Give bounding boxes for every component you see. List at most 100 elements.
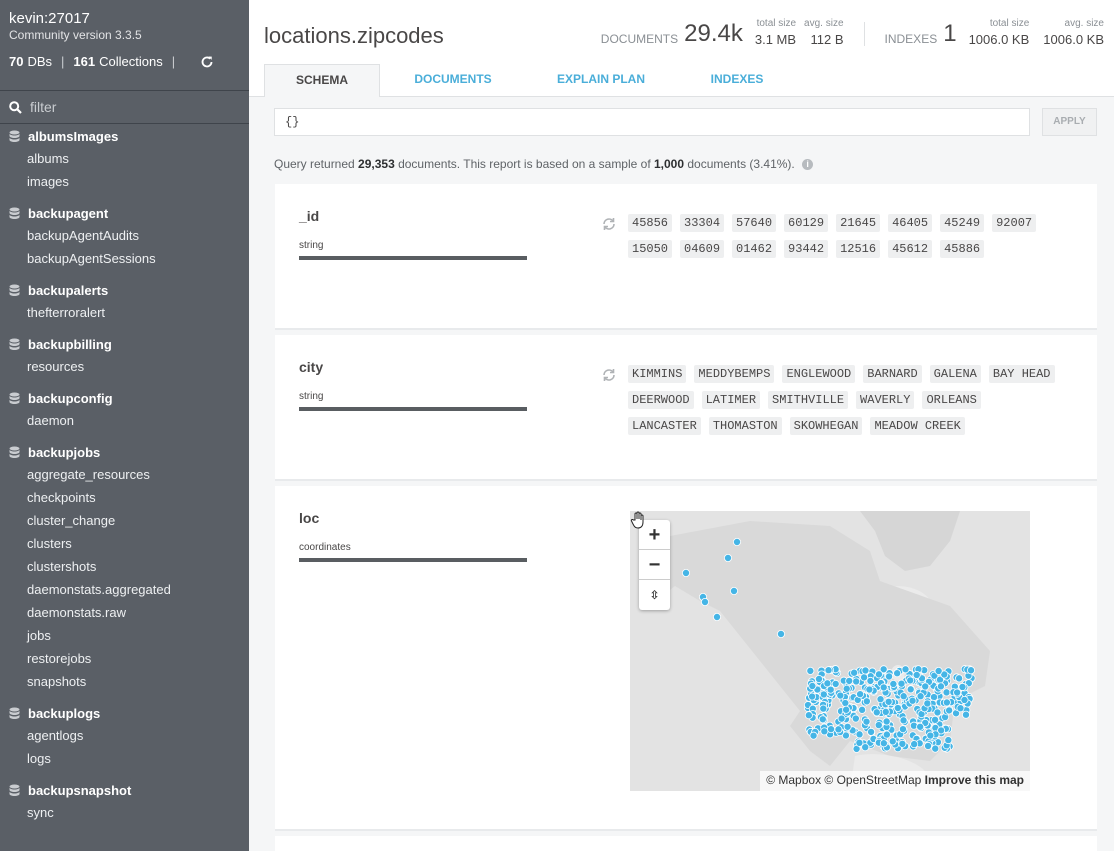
sidebar-collection-item[interactable]: logs bbox=[0, 747, 249, 770]
sidebar-db-backupalerts[interactable]: backupalerts bbox=[0, 280, 249, 301]
tab-schema[interactable]: SCHEMA bbox=[264, 64, 380, 98]
type-bar[interactable] bbox=[299, 407, 527, 411]
map-point[interactable] bbox=[824, 666, 833, 675]
tab-documents[interactable]: DOCUMENTS bbox=[394, 64, 512, 97]
map-point[interactable] bbox=[862, 717, 871, 726]
filter-input[interactable] bbox=[30, 99, 230, 115]
map-point[interactable] bbox=[908, 696, 917, 705]
tab-explain-plan[interactable]: EXPLAIN PLAN bbox=[539, 64, 663, 97]
map-point[interactable] bbox=[682, 569, 691, 578]
sample-value-tag[interactable]: 15050 bbox=[628, 240, 673, 258]
map-point[interactable] bbox=[730, 587, 739, 596]
sample-value-tag[interactable]: LATIMER bbox=[701, 391, 761, 409]
sidebar-collection-item[interactable]: clustershots bbox=[0, 555, 249, 578]
reset-bearing-button[interactable]: ⇳ bbox=[639, 580, 670, 610]
sidebar-collection-item[interactable]: clusters bbox=[0, 532, 249, 555]
sample-value-tag[interactable]: 60129 bbox=[784, 214, 829, 232]
sidebar-collection-item[interactable]: daemon bbox=[0, 409, 249, 432]
map-point[interactable] bbox=[916, 692, 925, 701]
sample-value-tag[interactable]: ENGLEWOOD bbox=[782, 365, 856, 383]
sample-value-tag[interactable]: 12516 bbox=[836, 240, 881, 258]
map-point[interactable] bbox=[926, 731, 935, 740]
map-point[interactable] bbox=[893, 704, 902, 713]
map-point[interactable] bbox=[861, 666, 870, 675]
map-point[interactable] bbox=[855, 730, 864, 739]
sidebar-collection-item[interactable]: resources bbox=[0, 355, 249, 378]
map-point[interactable] bbox=[858, 705, 867, 714]
map-point[interactable] bbox=[967, 666, 976, 675]
map-point[interactable] bbox=[888, 737, 897, 746]
map-point[interactable] bbox=[899, 692, 908, 701]
sidebar-db-backupsnapshot[interactable]: backupsnapshot bbox=[0, 780, 249, 801]
sample-value-tag[interactable]: 21645 bbox=[836, 214, 881, 232]
sample-value-tag[interactable]: 33304 bbox=[680, 214, 725, 232]
map-point[interactable] bbox=[713, 613, 722, 622]
sidebar-collection-item[interactable]: daemonstats.raw bbox=[0, 601, 249, 624]
map-point[interactable] bbox=[923, 699, 932, 708]
map-point[interactable] bbox=[843, 722, 852, 731]
map-point[interactable] bbox=[841, 699, 850, 708]
sidebar-db-backupconfig[interactable]: backupconfig bbox=[0, 388, 249, 409]
map-point[interactable] bbox=[916, 722, 925, 731]
map-point[interactable] bbox=[818, 715, 827, 724]
map-point[interactable] bbox=[906, 685, 915, 694]
sample-value-tag[interactable]: ORLEANS bbox=[922, 391, 981, 409]
sidebar-collection-item[interactable]: backupAgentSessions bbox=[0, 247, 249, 270]
sample-value-tag[interactable]: 46405 bbox=[888, 214, 933, 232]
map-point[interactable] bbox=[944, 736, 953, 745]
map-point[interactable] bbox=[942, 688, 951, 697]
sidebar-db-albumsImages[interactable]: albumsImages bbox=[0, 126, 249, 147]
sample-value-tag[interactable]: 57640 bbox=[732, 214, 777, 232]
map-point[interactable] bbox=[929, 693, 938, 702]
map-point[interactable] bbox=[898, 725, 907, 734]
map-point[interactable] bbox=[936, 682, 945, 691]
map-point[interactable] bbox=[897, 679, 906, 688]
sample-value-tag[interactable]: MEADOW CREEK bbox=[870, 417, 965, 435]
map-point[interactable] bbox=[804, 711, 813, 720]
refresh-icon[interactable] bbox=[200, 55, 214, 69]
map-point[interactable] bbox=[882, 730, 891, 739]
map-point[interactable] bbox=[701, 598, 710, 607]
map-point[interactable] bbox=[834, 725, 843, 734]
map-point[interactable] bbox=[776, 630, 785, 639]
map-point[interactable] bbox=[867, 727, 876, 736]
map-point[interactable] bbox=[906, 676, 915, 685]
map-point[interactable] bbox=[872, 708, 881, 717]
sample-value-tag[interactable]: 45856 bbox=[628, 214, 673, 232]
sidebar-db-backuplogs[interactable]: backuplogs bbox=[0, 703, 249, 724]
sidebar-db-backupagent[interactable]: backupagent bbox=[0, 203, 249, 224]
sidebar-collection-item[interactable]: agentlogs bbox=[0, 724, 249, 747]
map-point[interactable] bbox=[960, 695, 969, 704]
map-point[interactable] bbox=[931, 715, 940, 724]
sample-value-tag[interactable]: 93442 bbox=[784, 240, 829, 258]
map-point[interactable] bbox=[855, 738, 864, 747]
sample-value-tag[interactable]: 04609 bbox=[680, 240, 725, 258]
sidebar-collection-item[interactable]: images bbox=[0, 170, 249, 193]
map-point[interactable] bbox=[874, 721, 883, 730]
map-point[interactable] bbox=[910, 740, 919, 749]
map-point[interactable] bbox=[860, 673, 869, 682]
map-point[interactable] bbox=[724, 554, 733, 563]
map-point[interactable] bbox=[827, 725, 836, 734]
map-point[interactable] bbox=[884, 697, 893, 706]
sidebar-db-backupjobs[interactable]: backupjobs bbox=[0, 442, 249, 463]
sidebar-collection-item[interactable]: thefterroralert bbox=[0, 301, 249, 324]
map-point[interactable] bbox=[899, 716, 908, 725]
sample-value-tag[interactable]: 01462 bbox=[732, 240, 777, 258]
map-point[interactable] bbox=[842, 705, 851, 714]
sidebar-collection-item[interactable]: aggregate_resources bbox=[0, 463, 249, 486]
coordinates-map[interactable]: + − ⇳ © Mapbox © OpenStreetMap Improve t… bbox=[630, 511, 1030, 791]
resample-icon[interactable] bbox=[601, 216, 617, 232]
map-point[interactable] bbox=[808, 692, 817, 701]
sample-value-tag[interactable]: 45249 bbox=[940, 214, 985, 232]
map-point[interactable] bbox=[852, 677, 861, 686]
map-point[interactable] bbox=[955, 674, 964, 683]
map-point[interactable] bbox=[953, 688, 962, 697]
type-bar[interactable] bbox=[299, 256, 527, 260]
map-point[interactable] bbox=[889, 679, 898, 688]
resample-icon[interactable] bbox=[601, 367, 617, 383]
sidebar-collection-item[interactable]: restorejobs bbox=[0, 647, 249, 670]
map-point[interactable] bbox=[921, 682, 930, 691]
sidebar-collection-item[interactable]: daemonstats.aggregated bbox=[0, 578, 249, 601]
map-point[interactable] bbox=[814, 674, 823, 683]
